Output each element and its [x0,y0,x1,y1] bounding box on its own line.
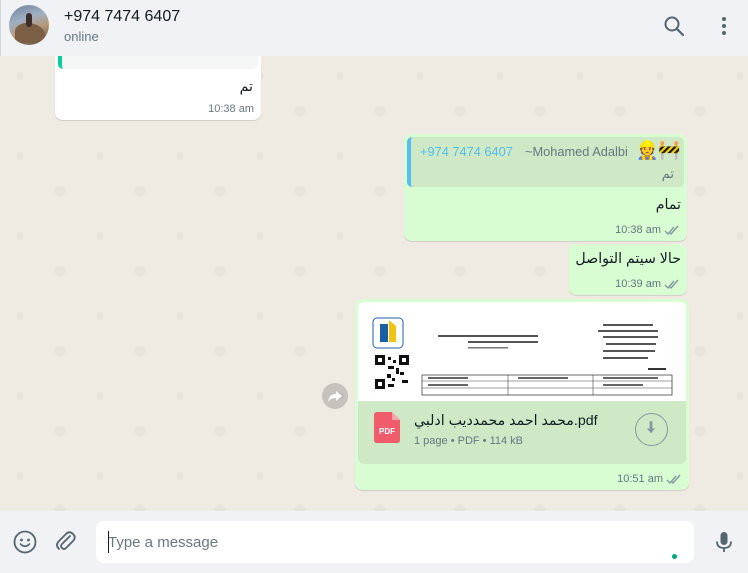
document-name: محمد احمد محمدديب ادلبي.pdf [414,413,598,429]
download-icon [646,421,656,434]
quoted-message[interactable] [58,56,258,69]
double-check-icon [664,279,679,290]
search-icon[interactable] [662,14,686,38]
quoted-author: ~Mohamed Adalbi [525,144,628,159]
message-input[interactable] [108,529,648,555]
quoted-message[interactable]: +974 7474 6407 ~Mohamed Adalbi 👷🚧 تم [407,137,684,187]
emoji-icon[interactable] [12,529,38,555]
document-thumbnail-image [372,317,673,396]
menu-dots-icon[interactable] [712,14,736,38]
microphone-icon[interactable] [711,529,737,555]
download-button[interactable] [635,413,668,446]
message-time: 10:39 am [615,278,661,290]
extension-indicator [672,554,677,559]
message-text: حالا سيتم التواصل [575,251,681,267]
message-list[interactable]: تم 10:38 am +974 7474 6407 ~Mohamed Adal… [0,56,748,511]
construction-worker-icon: 👷🚧 [636,140,681,160]
message-bubble-incoming[interactable]: تم 10:38 am [55,56,261,120]
attach-icon[interactable] [53,529,79,555]
message-bubble-document[interactable]: PDF محمد احمد محمدديب ادلبي.pdf 1 page •… [355,299,689,490]
svg-text:PDF: PDF [379,427,395,436]
message-time: 10:38 am [208,103,254,115]
double-check-icon [664,225,679,236]
document-info[interactable]: PDF محمد احمد محمدديب ادلبي.pdf 1 page •… [358,401,686,464]
double-check-icon [666,474,681,485]
message-text: تم [239,79,253,95]
contact-name[interactable]: +974 7474 6407 [64,8,180,26]
message-bubble-outgoing[interactable]: +974 7474 6407 ~Mohamed Adalbi 👷🚧 تم تما… [404,134,687,241]
message-time: 10:51 am [617,473,663,485]
forward-icon[interactable] [322,383,348,409]
chat-header: +974 7474 6407 online [0,0,748,56]
document-preview[interactable] [358,302,686,401]
quoted-text: تم [661,166,674,181]
message-composer[interactable] [96,521,694,563]
document-meta: 1 page • PDF • 114 kB [414,435,524,447]
quoted-sender: +974 7474 6407 [420,144,513,159]
message-text: تمام [655,197,681,213]
pdf-icon: PDF [374,412,400,443]
contact-status: online [64,29,99,44]
composer-bar [0,511,748,573]
text-caret [108,531,109,553]
message-bubble-outgoing[interactable]: حالا سيتم التواصل 10:39 am [569,244,687,295]
avatar[interactable] [9,5,49,45]
message-time: 10:38 am [615,224,661,236]
